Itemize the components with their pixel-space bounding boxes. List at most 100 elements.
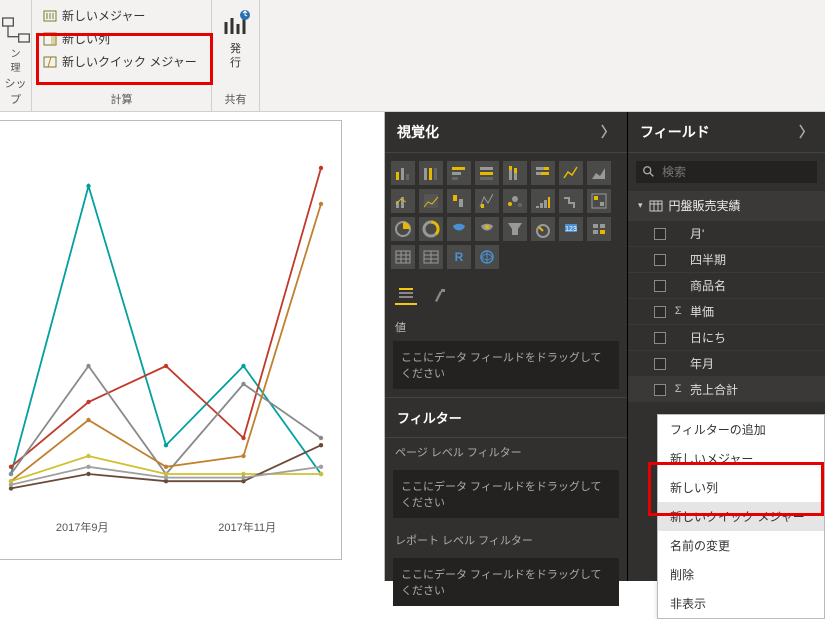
field-label: 単価 bbox=[690, 303, 714, 320]
new-measure-button[interactable]: 新しいメジャー bbox=[38, 4, 205, 27]
viz-type-icon[interactable] bbox=[531, 189, 555, 213]
viz-type-icon[interactable] bbox=[503, 217, 527, 241]
filters-header[interactable]: フィルター bbox=[385, 397, 627, 438]
context-menu-item[interactable]: 非表示 bbox=[658, 589, 824, 618]
chevron-right-icon: 〉 bbox=[799, 122, 813, 142]
viz-type-icon[interactable] bbox=[391, 161, 415, 185]
publish-icon bbox=[220, 8, 252, 40]
field-item[interactable]: 年月 bbox=[628, 350, 825, 376]
checkbox-icon[interactable] bbox=[654, 384, 666, 396]
ribbon-group-label: 計算 bbox=[32, 91, 211, 107]
checkbox-icon[interactable] bbox=[654, 280, 666, 292]
svg-text:123: 123 bbox=[565, 226, 577, 233]
viz-type-icon[interactable] bbox=[419, 161, 443, 185]
line-chart-visual[interactable]: 2017年9月 2017年11月 bbox=[0, 120, 342, 560]
ribbon-group-share: 発 行 共有 bbox=[212, 0, 260, 111]
context-menu-item[interactable]: 新しいクイック メジャー bbox=[658, 502, 824, 531]
table-icon bbox=[649, 199, 663, 213]
publish-label-1: 発 bbox=[230, 42, 241, 56]
viz-type-icon[interactable] bbox=[391, 217, 415, 241]
field-label: 商品名 bbox=[690, 277, 726, 294]
viz-type-icon[interactable] bbox=[447, 189, 471, 213]
context-menu-item[interactable]: 名前の変更 bbox=[658, 531, 824, 560]
new-quick-measure-button[interactable]: 新しいクイック メジャー bbox=[38, 50, 205, 73]
viz-type-icon[interactable] bbox=[419, 217, 443, 241]
value-well-label: 値 bbox=[385, 313, 627, 337]
new-column-button[interactable]: 新しい列 bbox=[38, 27, 205, 50]
report-canvas[interactable]: 2017年9月 2017年11月 bbox=[0, 112, 385, 581]
page-filter-label: ページ レベル フィルター bbox=[385, 438, 627, 466]
ribbon-group-label: シップ bbox=[0, 75, 31, 107]
viz-type-icon[interactable] bbox=[475, 189, 499, 213]
viz-type-icon[interactable] bbox=[531, 217, 555, 241]
field-list: 月' 四半期商品名 Σ 単価日にち年月 Σ 売上合計 bbox=[628, 220, 825, 402]
page-filter-drop-well[interactable]: ここにデータ フィールドをドラッグしてください bbox=[393, 470, 619, 518]
checkbox-icon[interactable] bbox=[654, 358, 666, 370]
value-drop-well[interactable]: ここにデータ フィールドをドラッグしてください bbox=[393, 341, 619, 389]
fields-header[interactable]: フィールド 〉 bbox=[628, 112, 825, 153]
sigma-icon: Σ bbox=[672, 306, 684, 318]
visualizations-pane: 視覚化 〉 123 R 値 ここにデータ フィールドをドラッグしてください フィル… bbox=[385, 112, 628, 581]
sigma-icon: Σ bbox=[672, 384, 684, 396]
viz-type-icon[interactable] bbox=[391, 245, 415, 269]
checkbox-icon[interactable] bbox=[654, 228, 666, 240]
field-item[interactable]: 日にち bbox=[628, 324, 825, 350]
field-item[interactable]: 四半期 bbox=[628, 246, 825, 272]
table-name: 円盤販売実績 bbox=[669, 197, 741, 214]
visualizations-title: 視覚化 bbox=[397, 122, 439, 142]
viz-type-grid: 123 R bbox=[385, 153, 627, 277]
chart-svg bbox=[1, 131, 331, 549]
field-label: 売上合計 bbox=[690, 381, 738, 398]
viz-type-icon[interactable] bbox=[587, 217, 611, 241]
viz-type-icon[interactable] bbox=[531, 161, 555, 185]
triangle-down-icon: ▾ bbox=[638, 200, 643, 211]
field-item[interactable]: Σ 単価 bbox=[628, 298, 825, 324]
x-label: 2017年9月 bbox=[56, 519, 109, 535]
context-menu-item[interactable]: フィルターの追加 bbox=[658, 415, 824, 444]
fields-title: フィールド bbox=[640, 122, 710, 142]
field-item[interactable]: 月' bbox=[628, 220, 825, 246]
viz-type-icon[interactable] bbox=[503, 189, 527, 213]
checkbox-icon[interactable] bbox=[654, 332, 666, 344]
context-menu-item[interactable]: 新しいメジャー bbox=[658, 444, 824, 473]
field-item[interactable]: 商品名 bbox=[628, 272, 825, 298]
new-measure-label: 新しいメジャー bbox=[62, 7, 145, 24]
viz-type-icon[interactable]: 123 bbox=[559, 217, 583, 241]
ribbon-group-calc: 新しいメジャー 新しい列 新しいクイック メジャー 計算 bbox=[32, 0, 212, 111]
checkbox-icon[interactable] bbox=[654, 306, 666, 318]
viz-type-icon[interactable] bbox=[475, 217, 499, 241]
fields-search-input[interactable] bbox=[662, 165, 817, 179]
fields-tab[interactable] bbox=[395, 285, 417, 305]
viz-type-icon[interactable] bbox=[475, 161, 499, 185]
field-label: 四半期 bbox=[690, 251, 726, 268]
measure-icon bbox=[42, 8, 58, 24]
viz-type-icon[interactable] bbox=[559, 161, 583, 185]
viz-type-icon[interactable] bbox=[391, 189, 415, 213]
table-header[interactable]: ▾ 円盤販売実績 bbox=[628, 191, 825, 220]
svg-text:R: R bbox=[455, 250, 464, 264]
viz-type-icon[interactable] bbox=[419, 245, 443, 269]
chevron-right-icon: 〉 bbox=[601, 122, 615, 142]
line-chart: 2017年9月 2017年11月 bbox=[1, 131, 331, 549]
manage-relationships-button[interactable]: ン 理 bbox=[6, 4, 25, 80]
viz-type-icon[interactable] bbox=[587, 161, 611, 185]
ribbon: ン 理 シップ 新しいメジャー 新しい列 新 bbox=[0, 0, 825, 112]
viz-type-icon[interactable] bbox=[587, 189, 611, 213]
viz-type-icon[interactable] bbox=[559, 189, 583, 213]
viz-type-icon[interactable]: R bbox=[447, 245, 471, 269]
viz-type-icon[interactable] bbox=[503, 161, 527, 185]
context-menu-item[interactable]: 新しい列 bbox=[658, 473, 824, 502]
viz-type-icon[interactable] bbox=[447, 217, 471, 241]
visualizations-header[interactable]: 視覚化 〉 bbox=[385, 112, 627, 153]
context-menu-item[interactable]: 削除 bbox=[658, 560, 824, 589]
viz-type-icon[interactable] bbox=[475, 245, 499, 269]
viz-type-icon[interactable] bbox=[447, 161, 471, 185]
fields-search[interactable] bbox=[636, 161, 817, 183]
new-column-label: 新しい列 bbox=[62, 30, 110, 47]
publish-button[interactable]: 発 行 bbox=[218, 4, 253, 74]
viz-type-icon[interactable] bbox=[419, 189, 443, 213]
report-filter-drop-well[interactable]: ここにデータ フィールドをドラッグしてください bbox=[393, 558, 619, 606]
checkbox-icon[interactable] bbox=[654, 254, 666, 266]
format-tab[interactable] bbox=[429, 285, 451, 305]
field-item[interactable]: Σ 売上合計 bbox=[628, 376, 825, 402]
